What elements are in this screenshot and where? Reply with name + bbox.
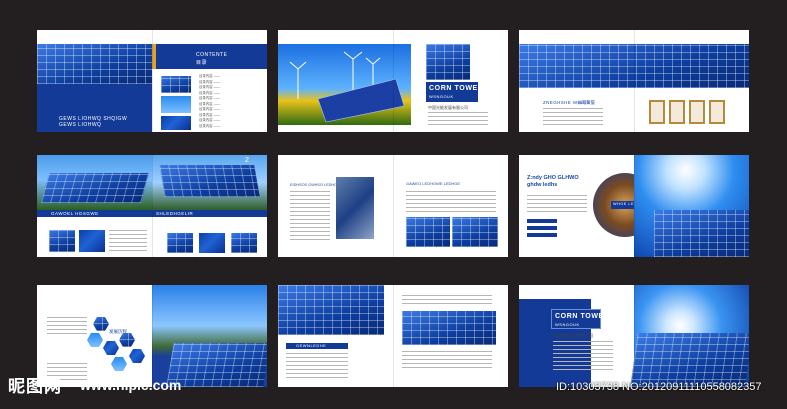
solar-array [40,173,150,203]
contents-cn: 目录 [196,60,208,66]
body-text [428,112,488,126]
heading-line-2: ghdw ledhs [527,182,558,188]
image-id-watermark: ID:10303738 NO:20120911110558082357 [556,381,762,393]
page-number: 2 [245,157,250,164]
thumb-3 [167,233,193,253]
body-text [543,108,603,128]
body-text [286,353,348,379]
body-text [290,191,330,241]
toc-list: 目录内容 —— 目录内容 —— 目录内容 —— 目录内容 —— 目录内容 —— … [199,74,254,130]
solar-close-photo [402,311,496,345]
hex-photo-4 [119,333,135,347]
nipic-url: www.nipic.com [80,377,182,393]
certificate-3 [689,100,705,124]
body-text [527,195,587,215]
solar-photo-1 [406,217,450,247]
toc-thumb-1 [161,76,191,93]
brochure-spread-9: CORN TOWEN WSNGOUK 中国光能发展有限公司 [519,285,749,387]
brand-subtitle: WSNGOUK [429,94,454,99]
brand-title: CORN TOWEN [429,85,484,92]
body-text [47,317,87,335]
brochure-spread-4: GAWOEL HGSGWE SHLEDHGELIR 2 [37,155,267,257]
certificate-1 [649,100,665,124]
sun-solar-photo [634,155,749,257]
solar-array [630,333,749,387]
certificate-4 [709,100,725,124]
thumb-5 [231,233,257,253]
hex-photo-2 [87,333,103,347]
solar-panels-photo [37,44,152,84]
toc-thumb-3 [161,116,191,130]
thumb-4 [199,233,225,253]
wind-solar-sunflower-photo [278,44,411,125]
solar-array [159,165,260,197]
body-text [402,351,492,369]
right-caption: SHLEDHGELIR [156,211,194,216]
list-bar-1 [527,219,557,223]
company-name-cn: 中国光能发展有限公司 [428,105,468,110]
left-caption-bar: GAWOEL HGSGWE [37,210,152,217]
list-bar-2 [527,226,557,230]
sun-solar-photo [630,285,749,387]
circle-badge: WHGE LEOS [611,201,640,209]
cover-caption: GEWS LIOHWQ SHQIGW GEWS LIOHWQ [59,116,128,128]
section-heading: GEWNLEDHE [296,343,327,348]
right-heading: GAWEO LEDHOWE LEDHGE [406,181,461,186]
blue-caption-block: GEWS LIOHWQ SHQIGW GEWS LIOHWQ [37,84,152,132]
certificate-2 [669,100,685,124]
heading-line-1: Z:ndy GHO GLHWO [527,175,579,181]
trees-solar-photo [152,285,267,387]
company-name-cn: 中国光能发展有限公司 [553,333,593,338]
brochure-spread-3: ZNEGHSHE WINGS 公司荣誉 [519,30,749,132]
right-caption-bar: SHLEDHGELIR [152,210,267,217]
hex-photo-3 [103,341,119,355]
solar-field-photo [278,285,384,335]
body-text [553,341,613,371]
brand-title: CORN TOWEN [555,313,610,320]
honors-heading-cn: 公司荣誉 [577,100,595,105]
brochure-spread-1: GEWS LIOHWQ SHQIGW GEWS LIOHWQ CONTENTE … [37,30,267,132]
hex-photo-1 [93,317,109,331]
hex-photo-5 [111,357,127,371]
heading-bar: GEWNLEDHE [286,343,348,349]
body-text [402,295,492,307]
toc-item: 目录内容 —— [199,123,221,128]
title-block: CORN TOWEN WSNGOUK [426,82,483,102]
solar-panel-thumb [426,44,470,80]
toc-thumb-2 [161,96,191,113]
brand-subtitle: WSNGOUK [555,322,580,327]
wind-turbines-icon [289,51,405,123]
solar-array [654,210,749,257]
nipic-logo: 昵图网 [8,377,62,397]
solar-photo-2 [452,217,498,247]
hex-photo-6 [129,349,145,363]
left-caption: GAWOEL HGSGWE [51,211,99,216]
title-block: CORN TOWEN WSNGOUK [551,309,609,329]
list-bar-3 [527,233,557,237]
thumb-2 [79,230,105,252]
contents-title: CONTENTE [196,52,228,58]
contents-header: CONTENTE 目录 [156,44,267,69]
worker-photo [336,177,374,239]
brochure-spread-7: 发展历程 [37,285,267,387]
thumb-1 [49,230,75,252]
field-solar-photo [37,155,152,210]
brochure-spread-8: GEWNLEDHE [278,285,508,387]
frame-solar-photo [152,155,267,210]
brochure-spread-5: EIDHSOS GWHSO LEDHOSW GAWEO LEDHOWE LEDH… [278,155,508,257]
brochure-spread-2: CORN TOWEN WSNGOUK 中国光能发展有限公司 [278,30,508,132]
body-text [406,191,496,213]
rooftop-solar-photo [519,44,749,88]
brochure-spread-6: Z:ndy GHO GLHWO ghdw ledhs WHGE LEOS [519,155,749,257]
body-text [109,230,147,252]
